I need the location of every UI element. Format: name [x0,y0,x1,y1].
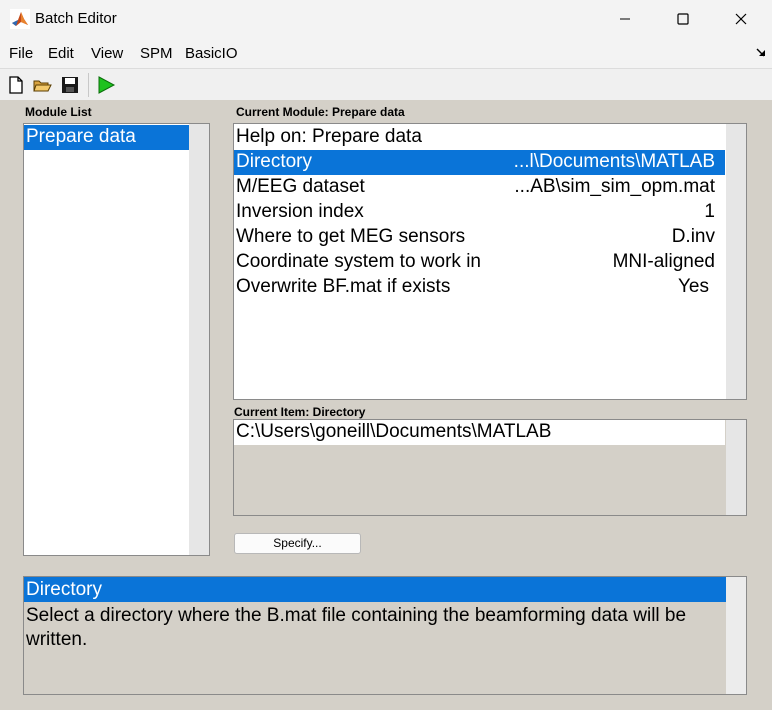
module-list[interactable]: Prepare data [23,123,210,556]
batch-editor-window: Batch Editor File Edit View SPM BasicIO [0,0,772,710]
help-scrollbar[interactable] [726,577,746,694]
menu-edit[interactable]: Edit [48,45,74,62]
help-panel: Directory Select a directory where the B… [23,576,747,695]
menu-spm[interactable]: SPM [140,45,173,62]
main-content: Module List Current Module: Prepare data… [0,100,772,710]
specify-button[interactable]: Specify... [234,533,361,554]
module-row-coordinate-system[interactable]: Coordinate system to work in MNI-aligned [234,250,725,275]
row-value: MNI-aligned [612,251,715,272]
module-row-directory[interactable]: Directory ...l\Documents\MATLAB [234,150,725,175]
menu-bar: File Edit View SPM BasicIO [0,38,772,68]
run-icon[interactable] [96,75,116,95]
module-row-meg-sensors[interactable]: Where to get MEG sensors D.inv [234,225,725,250]
menu-basicio[interactable]: BasicIO [185,45,238,62]
current-item-value: C:\Users\goneill\Documents\MATLAB [236,421,552,442]
module-row-overwrite[interactable]: Overwrite BF.mat if exists Yes [234,275,725,300]
close-icon [735,13,747,25]
matlab-app-icon [10,9,30,29]
new-file-icon[interactable] [6,75,26,95]
toolbar [0,68,772,101]
row-value: 1 [704,201,715,222]
close-button[interactable] [712,0,770,38]
row-value: D.inv [671,226,715,247]
maximize-icon [677,13,689,25]
help-title: Directory [26,579,103,600]
help-text: Select a directory where the B.mat file … [26,605,687,650]
current-module-list[interactable]: Help on: Prepare data Directory ...l\Doc… [233,123,747,400]
current-item-box[interactable]: C:\Users\goneill\Documents\MATLAB [233,419,747,516]
minimize-button[interactable] [596,0,654,38]
current-module-scrollbar[interactable] [726,124,746,399]
row-name: Inversion index [236,201,364,222]
row-name: Coordinate system to work in [236,251,481,272]
menu-view[interactable]: View [91,45,123,62]
module-row-help[interactable]: Help on: Prepare data [234,125,725,150]
current-item-label: Current Item: Directory [234,405,366,419]
title-bar: Batch Editor [0,0,772,38]
maximize-button[interactable] [654,0,712,38]
menu-file[interactable]: File [9,45,33,62]
module-list-item-label: Prepare data [26,126,136,147]
help-title-row: Directory [24,577,726,602]
toolbar-separator [88,73,89,97]
minimize-icon [620,18,630,20]
module-list-label: Module List [25,105,92,119]
open-folder-icon[interactable] [32,75,52,95]
row-name: Where to get MEG sensors [236,226,466,247]
row-name: Help on: Prepare data [236,126,422,147]
module-row-meeg-dataset[interactable]: M/EEG dataset ...AB\sim_sim_opm.mat [234,175,725,200]
module-list-scrollbar[interactable] [189,124,209,555]
module-list-item[interactable]: Prepare data [24,125,189,150]
save-icon[interactable] [60,75,80,95]
current-module-label: Current Module: Prepare data [236,105,405,119]
current-item-scrollbar[interactable] [726,420,746,515]
row-value: ...l\Documents\MATLAB [513,151,715,172]
menu-overflow-arrow-icon[interactable] [756,48,766,58]
module-row-inversion-index[interactable]: Inversion index 1 [234,200,725,225]
current-item-row[interactable]: C:\Users\goneill\Documents\MATLAB [234,420,725,445]
row-name: Directory [236,151,313,172]
row-value: Yes [678,276,709,297]
window-title: Batch Editor [35,10,117,27]
row-value: ...AB\sim_sim_opm.mat [514,176,715,197]
row-name: Overwrite BF.mat if exists [236,276,451,297]
row-name: M/EEG dataset [236,176,365,197]
